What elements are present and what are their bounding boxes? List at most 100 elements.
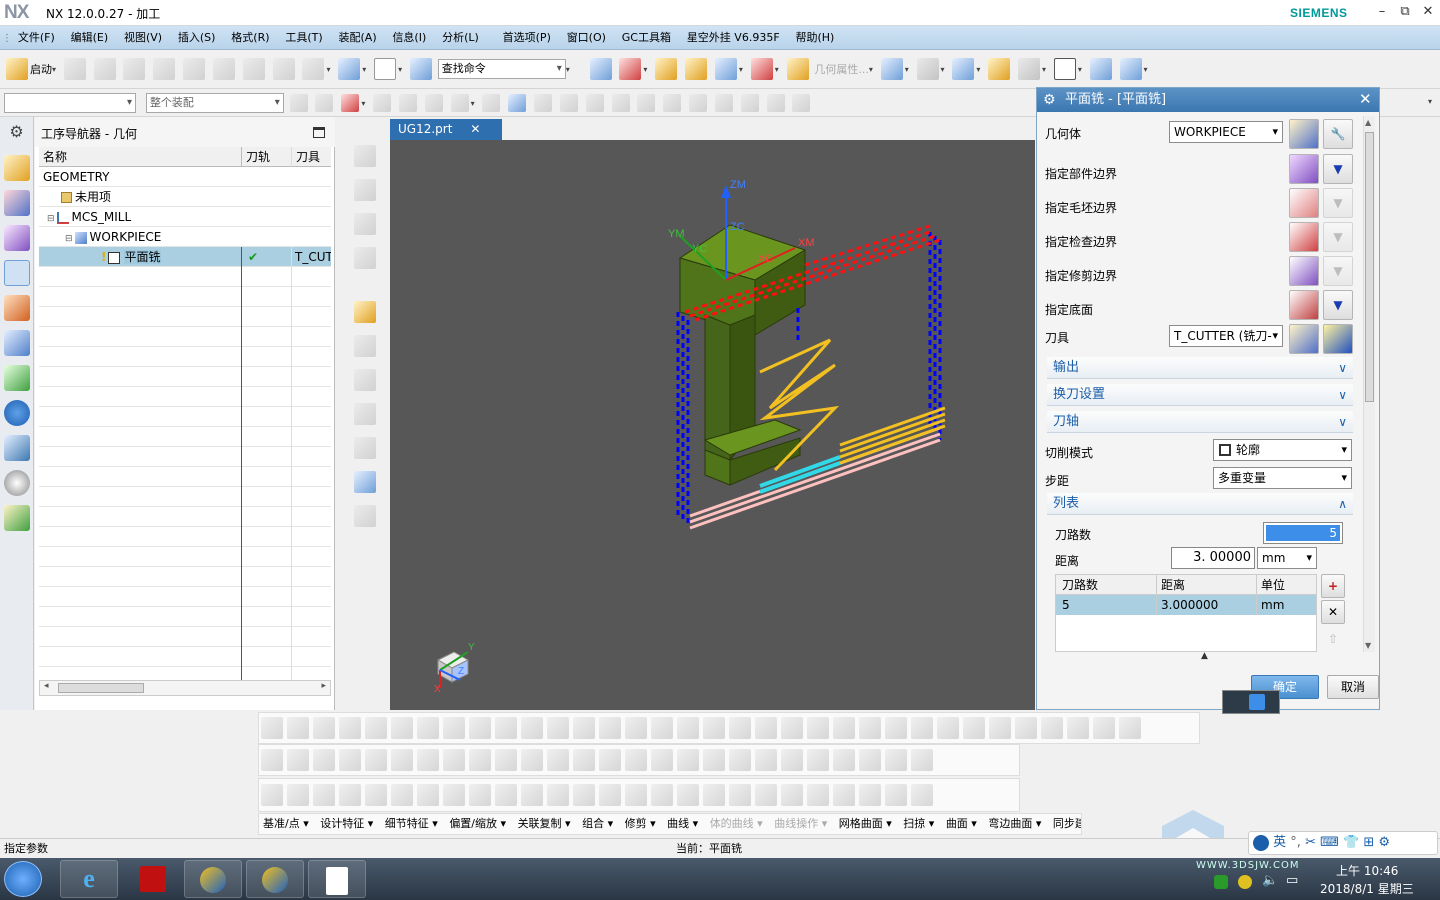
part-navigator-icon[interactable]: [4, 225, 30, 251]
column-tool[interactable]: 刀具: [291, 147, 331, 167]
ime-lang[interactable]: 英: [1273, 835, 1286, 850]
cut-icon[interactable]: [183, 58, 206, 80]
horizontal-scrollbar[interactable]: ◂ ▸: [39, 680, 331, 696]
taskbar-acrobat[interactable]: [124, 860, 182, 898]
generate-toolpath-icon[interactable]: [354, 471, 376, 493]
ime-user-icon[interactable]: 👕: [1343, 835, 1359, 850]
print-icon[interactable]: [153, 58, 176, 80]
ime-toolbar[interactable]: 英 °, ✂ ⌨ 👕 ⊞ ⚙: [1248, 831, 1438, 855]
geometry-props[interactable]: 几何属性...: [814, 63, 869, 76]
menu-surface[interactable]: 曲面 ▾: [946, 817, 977, 830]
endpoint-icon[interactable]: [424, 94, 443, 112]
open-file-icon[interactable]: [93, 58, 116, 80]
column-toolpath[interactable]: 刀轨: [241, 147, 289, 167]
show-floor-button[interactable]: ▼: [1323, 290, 1353, 320]
search-input[interactable]: 查找命令: [437, 59, 566, 79]
history-icon[interactable]: [4, 470, 30, 496]
restore-button[interactable]: ⧉: [1395, 4, 1415, 20]
menu-tools[interactable]: 工具(T): [279, 26, 328, 49]
menu-info[interactable]: 信息(I): [386, 26, 432, 49]
show-check-boundary-button[interactable]: ▼: [1323, 222, 1353, 252]
move-up-button[interactable]: ⇧: [1321, 628, 1345, 650]
clock-date[interactable]: 2018/8/1 星期三: [1320, 880, 1414, 897]
model-view[interactable]: ZM ZC YM XC XM YC Y X Z: [390, 140, 1035, 710]
copy-icon[interactable]: [212, 58, 235, 80]
info-icon[interactable]: [4, 400, 30, 426]
body-icon[interactable]: [482, 94, 501, 112]
machine-navigator-icon[interactable]: [4, 295, 30, 321]
network-icon[interactable]: ▭: [1286, 873, 1298, 888]
center-icon[interactable]: [689, 94, 708, 112]
select-all-icon[interactable]: [341, 94, 360, 112]
col-distance[interactable]: 距离: [1156, 575, 1185, 595]
fit-view-icon[interactable]: [880, 58, 903, 80]
table-row[interactable]: GEOMETRY: [39, 167, 331, 187]
tool-select[interactable]: T_CUTTER (铣刀-: [1169, 325, 1283, 347]
create-program-icon[interactable]: [354, 301, 376, 323]
dialog-scrollbar[interactable]: ▲ ▼: [1363, 116, 1375, 652]
assembly-scope-select[interactable]: 整个装配: [145, 93, 284, 113]
taskbar-file[interactable]: [308, 860, 366, 898]
menu-preferences[interactable]: 首选项(P): [497, 26, 557, 49]
select-floor-button[interactable]: [1289, 290, 1319, 320]
arc-icon[interactable]: [611, 94, 630, 112]
menu-associative-copy[interactable]: 关联复制 ▾: [518, 817, 571, 830]
menu-detail-feature[interactable]: 细节特征 ▾: [385, 817, 438, 830]
table-row[interactable]: 未用项: [39, 187, 331, 207]
show-blank-boundary-button[interactable]: ▼: [1323, 188, 1353, 218]
menu-plugin[interactable]: 星空外挂 V6.935F: [681, 26, 786, 49]
section-tool-change[interactable]: 换刀设置 ∨: [1047, 384, 1353, 406]
distance-input[interactable]: 3. 00000: [1171, 547, 1255, 569]
column-name[interactable]: 名称: [39, 147, 239, 167]
ime-keyboard-icon[interactable]: ⌨: [1320, 835, 1339, 850]
close-icon[interactable]: ✕: [1359, 90, 1372, 108]
menu-curve[interactable]: 曲线 ▾: [667, 817, 698, 830]
roles-icon[interactable]: [4, 505, 30, 531]
cut-pattern-select[interactable]: 轮廓: [1213, 439, 1352, 461]
solid-icon[interactable]: [508, 94, 527, 112]
start-label[interactable]: 启动: [30, 63, 52, 76]
delete-row-button[interactable]: ✕: [1321, 600, 1345, 624]
verify-toolpath-icon[interactable]: [354, 505, 376, 527]
create-method-icon[interactable]: [354, 403, 376, 425]
menu-edit[interactable]: 编辑(E): [65, 26, 115, 49]
edit-geometry-button[interactable]: 🔧: [1323, 119, 1353, 149]
orient-icon[interactable]: [1089, 58, 1112, 80]
menu-trim[interactable]: 修剪 ▾: [625, 817, 656, 830]
collapse-arrow-icon[interactable]: ▲: [1201, 651, 1208, 661]
scroll-thumb[interactable]: [1365, 132, 1374, 402]
camera-icon[interactable]: [766, 94, 785, 112]
settings-icon[interactable]: ⚙: [1043, 92, 1056, 108]
volume-muted-icon[interactable]: 🔈: [1262, 873, 1278, 888]
points-icon[interactable]: [750, 58, 773, 80]
taskbar-ie[interactable]: e: [60, 860, 118, 898]
line-icon[interactable]: [559, 94, 578, 112]
menu-gc-toolbox[interactable]: GC工具箱: [616, 26, 677, 49]
section-tool-axis[interactable]: 刀轴 ∨: [1047, 411, 1353, 433]
cancel-button[interactable]: 取消: [1327, 675, 1379, 699]
tangent-icon[interactable]: [637, 94, 656, 112]
background-icon[interactable]: [1053, 58, 1076, 80]
collapse-icon[interactable]: ⊟: [65, 234, 73, 244]
menu-insert[interactable]: 插入(S): [172, 26, 222, 49]
col-passes[interactable]: 刀路数: [1062, 575, 1098, 595]
geometry-select[interactable]: WORKPIECE: [1169, 121, 1283, 143]
section-list[interactable]: 列表 ∧: [1047, 493, 1353, 515]
web-browser-icon[interactable]: [4, 435, 30, 461]
table-row-selected[interactable]: ! 平面铣 ✔ T_CUT: [39, 247, 331, 267]
link-icon[interactable]: [315, 94, 334, 112]
show-trim-boundary-button[interactable]: ▼: [1323, 256, 1353, 286]
constraint-navigator-icon[interactable]: [4, 190, 30, 216]
menu-help[interactable]: 帮助(H): [789, 26, 840, 49]
midpoint-icon[interactable]: [450, 94, 469, 112]
save-icon[interactable]: [123, 58, 146, 80]
ime-logo-icon[interactable]: [1253, 834, 1269, 851]
select-trim-boundary-button[interactable]: [1289, 256, 1319, 286]
section-output[interactable]: 输出 ∨: [1047, 357, 1353, 379]
selection-filter-icon[interactable]: [289, 94, 308, 112]
stepover-select[interactable]: 多重变量: [1213, 467, 1352, 489]
select-blank-boundary-button[interactable]: [1289, 188, 1319, 218]
show-part-boundary-button[interactable]: ▼: [1323, 154, 1353, 184]
passes-input[interactable]: 5: [1263, 522, 1343, 544]
tool-view-icon[interactable]: [354, 179, 376, 201]
